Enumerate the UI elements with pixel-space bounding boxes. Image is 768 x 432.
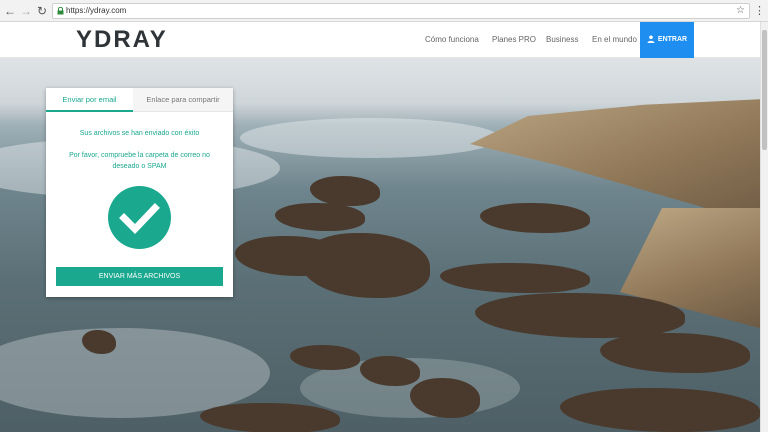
site-logo[interactable]: YDRAY xyxy=(76,26,168,54)
nav-en-el-mundo[interactable]: En el mundo xyxy=(592,22,637,58)
rock xyxy=(560,388,760,432)
rock xyxy=(290,345,360,370)
tab-enlace-para-compartir[interactable]: Enlace para compartir xyxy=(133,88,233,112)
rock xyxy=(275,203,365,231)
rock xyxy=(600,333,750,373)
url-text: https://ydray.com xyxy=(66,6,127,15)
nav-business[interactable]: Business xyxy=(546,22,578,58)
surf-foam xyxy=(240,118,500,158)
address-bar[interactable]: https://ydray.com ☆ xyxy=(52,3,750,19)
scrollbar-thumb[interactable] xyxy=(762,30,767,150)
star-icon[interactable]: ☆ xyxy=(736,4,745,18)
site-header: YDRAY Cómo funciona Planes PRO Business … xyxy=(0,22,760,58)
back-arrow-icon[interactable]: ← xyxy=(2,3,18,19)
page-scrollbar[interactable] xyxy=(760,22,768,432)
send-more-files-button[interactable]: ENVIAR MÁS ARCHIVOS xyxy=(56,267,223,286)
success-message: Sus archivos se han enviado con éxito xyxy=(79,130,200,137)
login-button[interactable]: ENTRAR xyxy=(640,22,694,58)
rock xyxy=(480,203,590,233)
reload-icon[interactable]: ↻ xyxy=(34,3,50,19)
rock xyxy=(300,233,430,298)
rock xyxy=(440,263,590,293)
user-icon xyxy=(647,35,655,44)
login-label: ENTRAR xyxy=(657,36,688,43)
nav-como-funciona[interactable]: Cómo funciona xyxy=(425,22,479,58)
nav-planes-pro[interactable]: Planes PRO xyxy=(492,22,536,58)
browser-toolbar: ← → ↻ https://ydray.com ☆ ⋮ xyxy=(0,0,768,22)
rock xyxy=(200,403,340,432)
rock xyxy=(475,293,685,338)
success-check-icon xyxy=(108,186,171,249)
upload-card: Enviar por email Enlace para compartir S… xyxy=(46,88,233,297)
lock-icon xyxy=(57,7,64,15)
rock xyxy=(310,176,380,206)
tab-enviar-por-email[interactable]: Enviar por email xyxy=(46,88,133,112)
spam-note: Por favor, compruebe la carpeta de corre… xyxy=(69,152,210,170)
menu-dots-icon[interactable]: ⋮ xyxy=(754,3,765,19)
forward-arrow-icon[interactable]: → xyxy=(18,3,34,19)
